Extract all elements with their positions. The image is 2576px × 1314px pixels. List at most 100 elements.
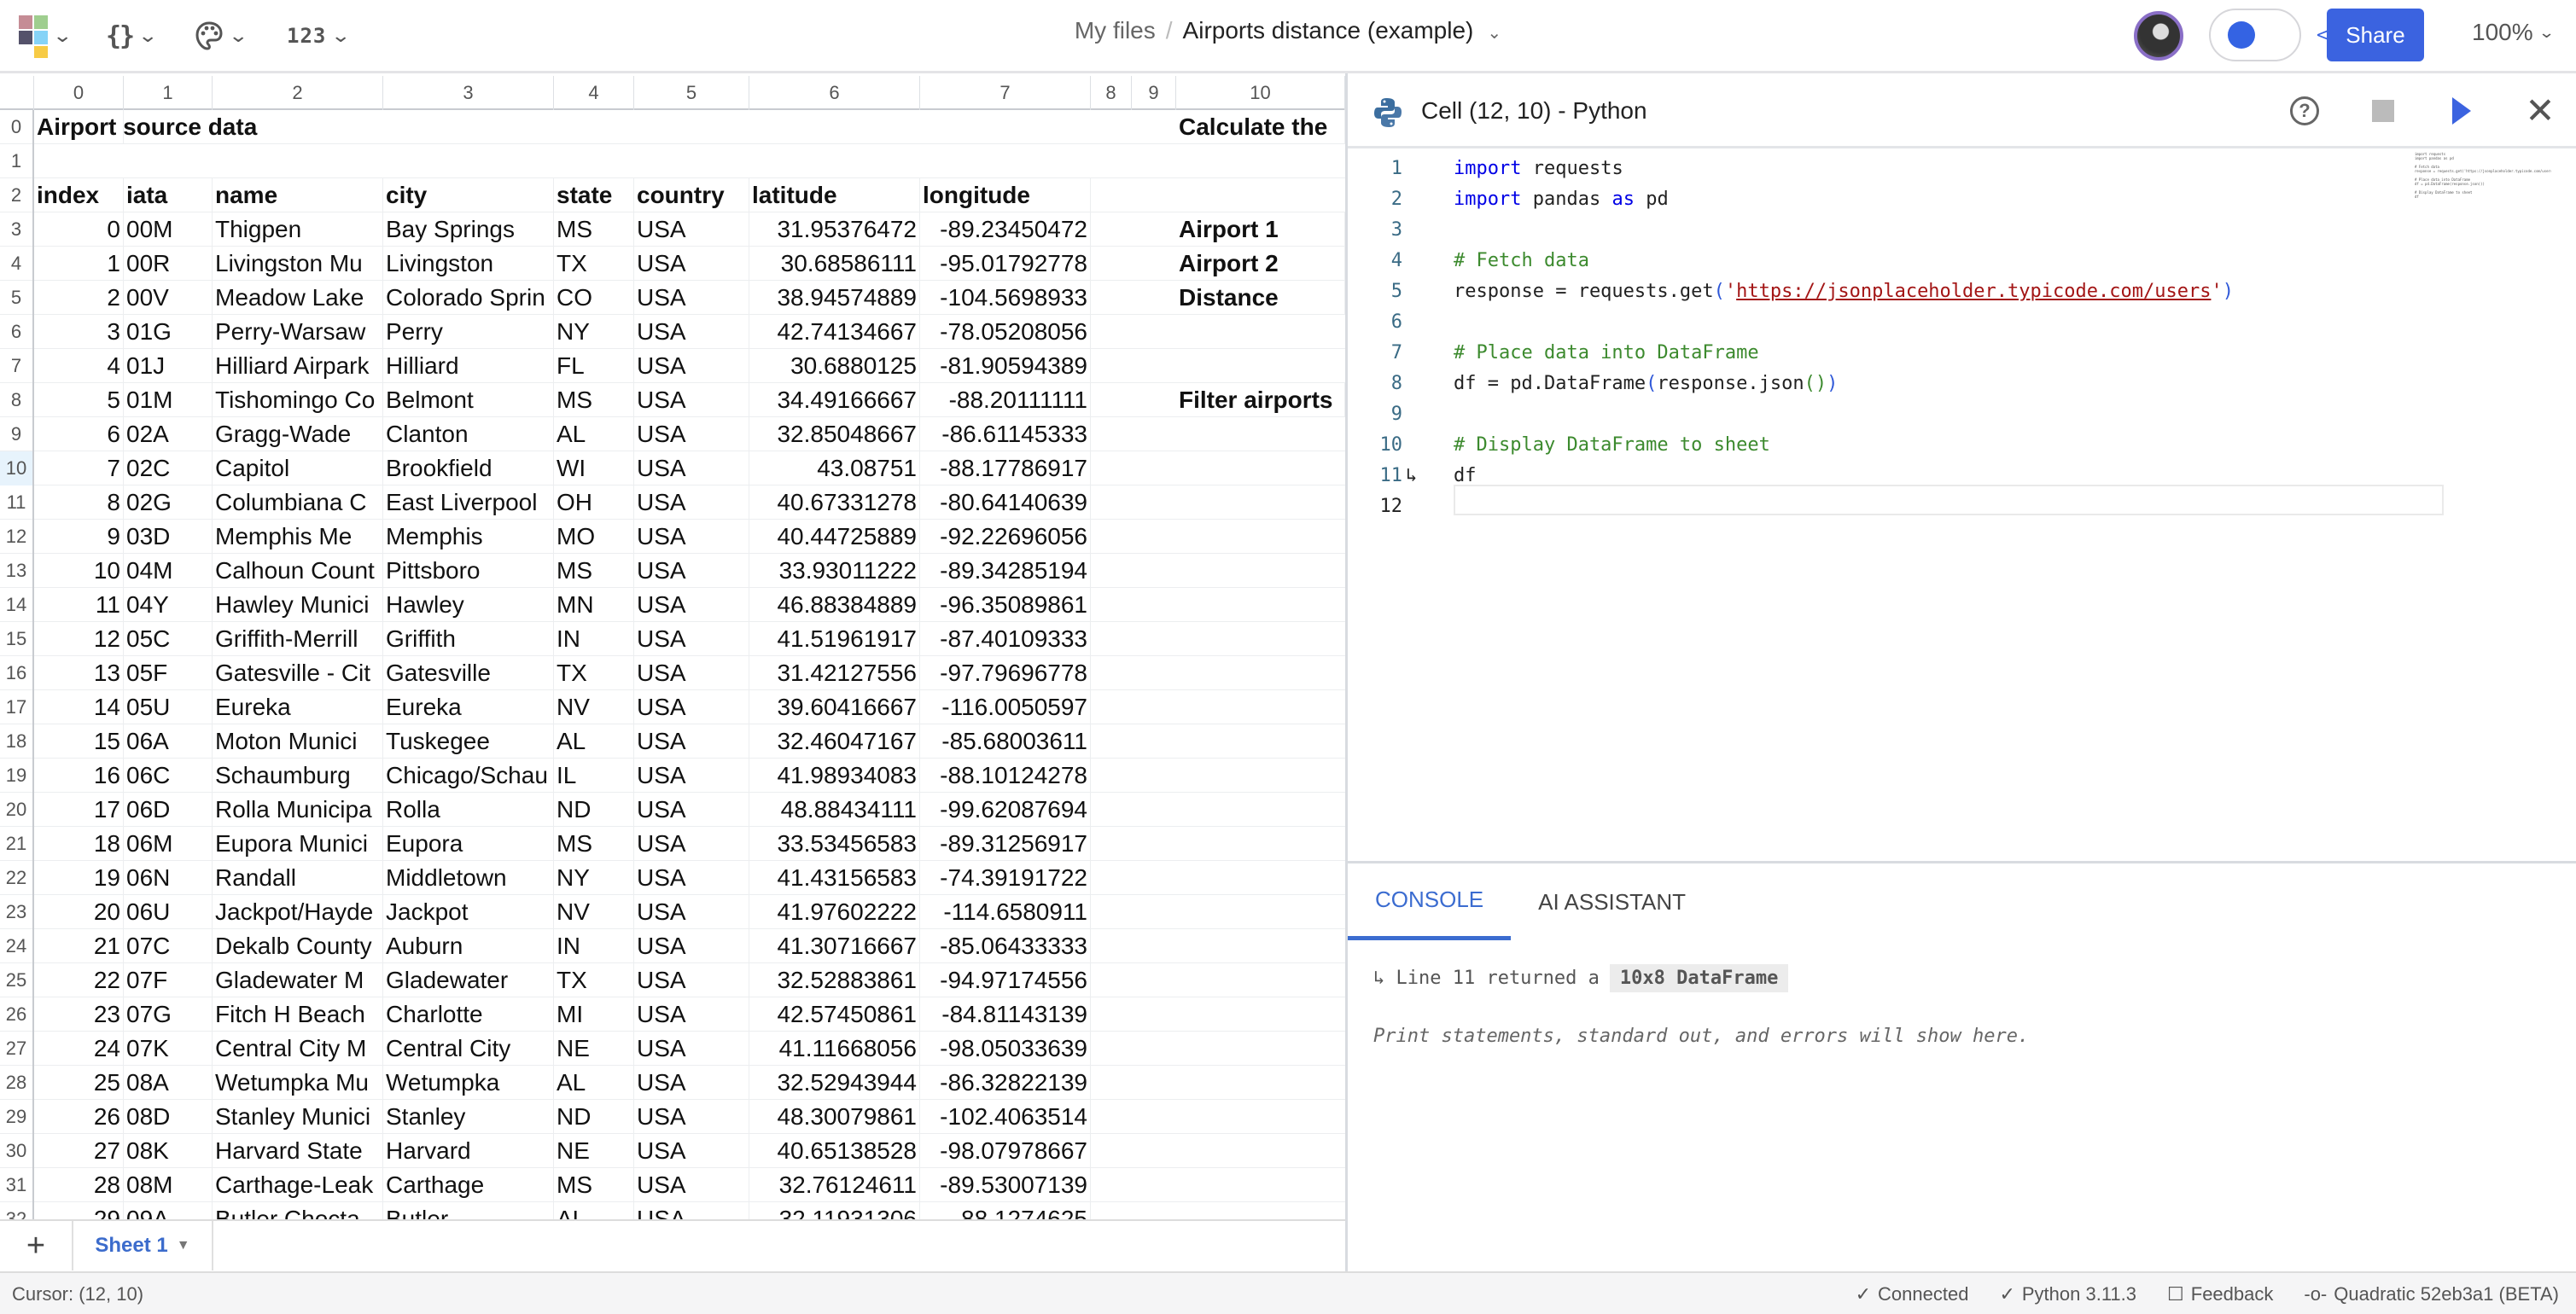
data-cell[interactable]: 40.65138528 bbox=[749, 1134, 920, 1168]
data-cell[interactable]: -85.06433333 bbox=[920, 929, 1091, 963]
row-header[interactable]: 24 bbox=[0, 929, 34, 963]
data-cell[interactable]: Harvard State bbox=[213, 1134, 383, 1168]
data-cell[interactable]: Belmont bbox=[383, 383, 554, 417]
data-cell[interactable]: USA bbox=[634, 247, 749, 281]
data-cell[interactable]: Gatesville bbox=[383, 656, 554, 690]
data-cell[interactable]: -88.17786917 bbox=[920, 451, 1091, 485]
data-cell[interactable]: 30.6880125 bbox=[749, 349, 920, 383]
row-header[interactable]: 16 bbox=[0, 656, 34, 690]
row-header[interactable]: 23 bbox=[0, 895, 34, 929]
data-cell[interactable]: IN bbox=[554, 929, 634, 963]
data-cell[interactable]: 8 bbox=[34, 485, 124, 520]
data-cell[interactable]: NE bbox=[554, 1134, 634, 1168]
data-cell[interactable]: 09A bbox=[124, 1202, 213, 1219]
data-cell[interactable]: Harvard bbox=[383, 1134, 554, 1168]
data-cell[interactable]: Fitch H Beach bbox=[213, 997, 383, 1032]
data-cell[interactable]: USA bbox=[634, 895, 749, 929]
data-cell[interactable]: Livingston bbox=[383, 247, 554, 281]
data-cell[interactable]: 33.53456583 bbox=[749, 827, 920, 861]
label-cell[interactable]: Filter airports bbox=[1176, 383, 1345, 417]
data-cell[interactable]: -89.31256917 bbox=[920, 827, 1091, 861]
data-cell[interactable]: NV bbox=[554, 895, 634, 929]
row-header[interactable]: 29 bbox=[0, 1100, 34, 1134]
data-cell[interactable]: USA bbox=[634, 281, 749, 315]
sheet-title-cell[interactable]: Airport source data bbox=[34, 110, 257, 144]
row-header[interactable]: 9 bbox=[0, 417, 34, 451]
data-cell[interactable]: Thigpen bbox=[213, 212, 383, 247]
column-header[interactable]: 9 bbox=[1132, 76, 1176, 110]
data-cell[interactable]: 29 bbox=[34, 1202, 124, 1219]
data-cell[interactable]: 5 bbox=[34, 383, 124, 417]
data-cell[interactable]: 21 bbox=[34, 929, 124, 963]
data-cell[interactable]: 41.97602222 bbox=[749, 895, 920, 929]
data-cell[interactable]: 08M bbox=[124, 1168, 213, 1202]
data-cell[interactable]: MS bbox=[554, 212, 634, 247]
column-header[interactable]: 10 bbox=[1176, 76, 1345, 110]
number-format-menu-button[interactable]: 123 ⌄ bbox=[287, 15, 352, 56]
data-cell[interactable]: 32.46047167 bbox=[749, 724, 920, 759]
data-cell[interactable]: -99.62087694 bbox=[920, 793, 1091, 827]
data-cell[interactable]: 24 bbox=[34, 1032, 124, 1066]
data-cell[interactable]: Gladewater M bbox=[213, 963, 383, 997]
data-cell[interactable]: 17 bbox=[34, 793, 124, 827]
data-cell[interactable]: 41.43156583 bbox=[749, 861, 920, 895]
column-label-cell[interactable]: latitude bbox=[749, 178, 920, 212]
data-cell[interactable]: TX bbox=[554, 656, 634, 690]
data-cell[interactable]: 13 bbox=[34, 656, 124, 690]
data-cell[interactable]: 18 bbox=[34, 827, 124, 861]
row-header[interactable]: 12 bbox=[0, 520, 34, 554]
data-cell[interactable]: USA bbox=[634, 588, 749, 622]
row-header[interactable]: 32 bbox=[0, 1202, 34, 1219]
data-cell[interactable]: Calhoun Count bbox=[213, 554, 383, 588]
column-label-cell[interactable]: state bbox=[554, 178, 634, 212]
row-header[interactable]: 4 bbox=[0, 247, 34, 281]
data-cell[interactable]: USA bbox=[634, 554, 749, 588]
user-avatar[interactable] bbox=[2134, 11, 2183, 61]
column-header[interactable]: 6 bbox=[749, 76, 920, 110]
data-cell[interactable]: 08D bbox=[124, 1100, 213, 1134]
data-cell[interactable]: MS bbox=[554, 554, 634, 588]
data-cell[interactable]: 26 bbox=[34, 1100, 124, 1134]
code-line[interactable]: 3 bbox=[1348, 215, 2457, 246]
column-header[interactable]: 8 bbox=[1091, 76, 1132, 110]
data-cell[interactable]: 07G bbox=[124, 997, 213, 1032]
data-cell[interactable]: 07F bbox=[124, 963, 213, 997]
row-header[interactable]: 2 bbox=[0, 178, 34, 212]
column-label-cell[interactable]: city bbox=[383, 178, 554, 212]
data-cell[interactable]: Schaumburg bbox=[213, 759, 383, 793]
data-cell[interactable]: Bay Springs bbox=[383, 212, 554, 247]
data-cell[interactable]: Brookfield bbox=[383, 451, 554, 485]
data-cell[interactable]: Jackpot/Hayde bbox=[213, 895, 383, 929]
data-cell[interactable]: Gatesville - Cit bbox=[213, 656, 383, 690]
file-menu-chevron-icon[interactable]: ⌄ bbox=[1487, 24, 1501, 43]
data-cell[interactable]: -78.05208056 bbox=[920, 315, 1091, 349]
data-cell[interactable]: 32.85048667 bbox=[749, 417, 920, 451]
data-cell[interactable]: Tuskegee bbox=[383, 724, 554, 759]
data-cell[interactable]: 00R bbox=[124, 247, 213, 281]
data-cell[interactable]: Memphis Me bbox=[213, 520, 383, 554]
row-header[interactable]: 22 bbox=[0, 861, 34, 895]
format-menu-button[interactable]: ⌄ bbox=[195, 15, 248, 56]
data-cell[interactable]: Stanley bbox=[383, 1100, 554, 1134]
data-cell[interactable]: MS bbox=[554, 383, 634, 417]
data-cell[interactable]: -86.32822139 bbox=[920, 1066, 1091, 1100]
data-cell[interactable]: 16 bbox=[34, 759, 124, 793]
data-cell[interactable]: 06A bbox=[124, 724, 213, 759]
tab-ai-assistant[interactable]: AI ASSISTANT bbox=[1511, 863, 1713, 940]
share-button[interactable]: Share bbox=[2327, 9, 2424, 61]
data-cell[interactable]: 01J bbox=[124, 349, 213, 383]
data-cell[interactable]: 3 bbox=[34, 315, 124, 349]
data-cell[interactable]: Randall bbox=[213, 861, 383, 895]
data-cell[interactable]: 32.52883861 bbox=[749, 963, 920, 997]
row-header[interactable]: 25 bbox=[0, 963, 34, 997]
row-header[interactable]: 17 bbox=[0, 690, 34, 724]
data-cell[interactable]: Chicago/Schau bbox=[383, 759, 554, 793]
data-cell[interactable]: 42.57450861 bbox=[749, 997, 920, 1032]
data-cell[interactable]: USA bbox=[634, 485, 749, 520]
data-cell[interactable]: -86.61145333 bbox=[920, 417, 1091, 451]
data-cell[interactable]: 23 bbox=[34, 997, 124, 1032]
tab-console[interactable]: CONSOLE bbox=[1348, 863, 1512, 940]
data-cell[interactable]: USA bbox=[634, 212, 749, 247]
data-cell[interactable]: -89.34285194 bbox=[920, 554, 1091, 588]
data-cell[interactable]: 4 bbox=[34, 349, 124, 383]
